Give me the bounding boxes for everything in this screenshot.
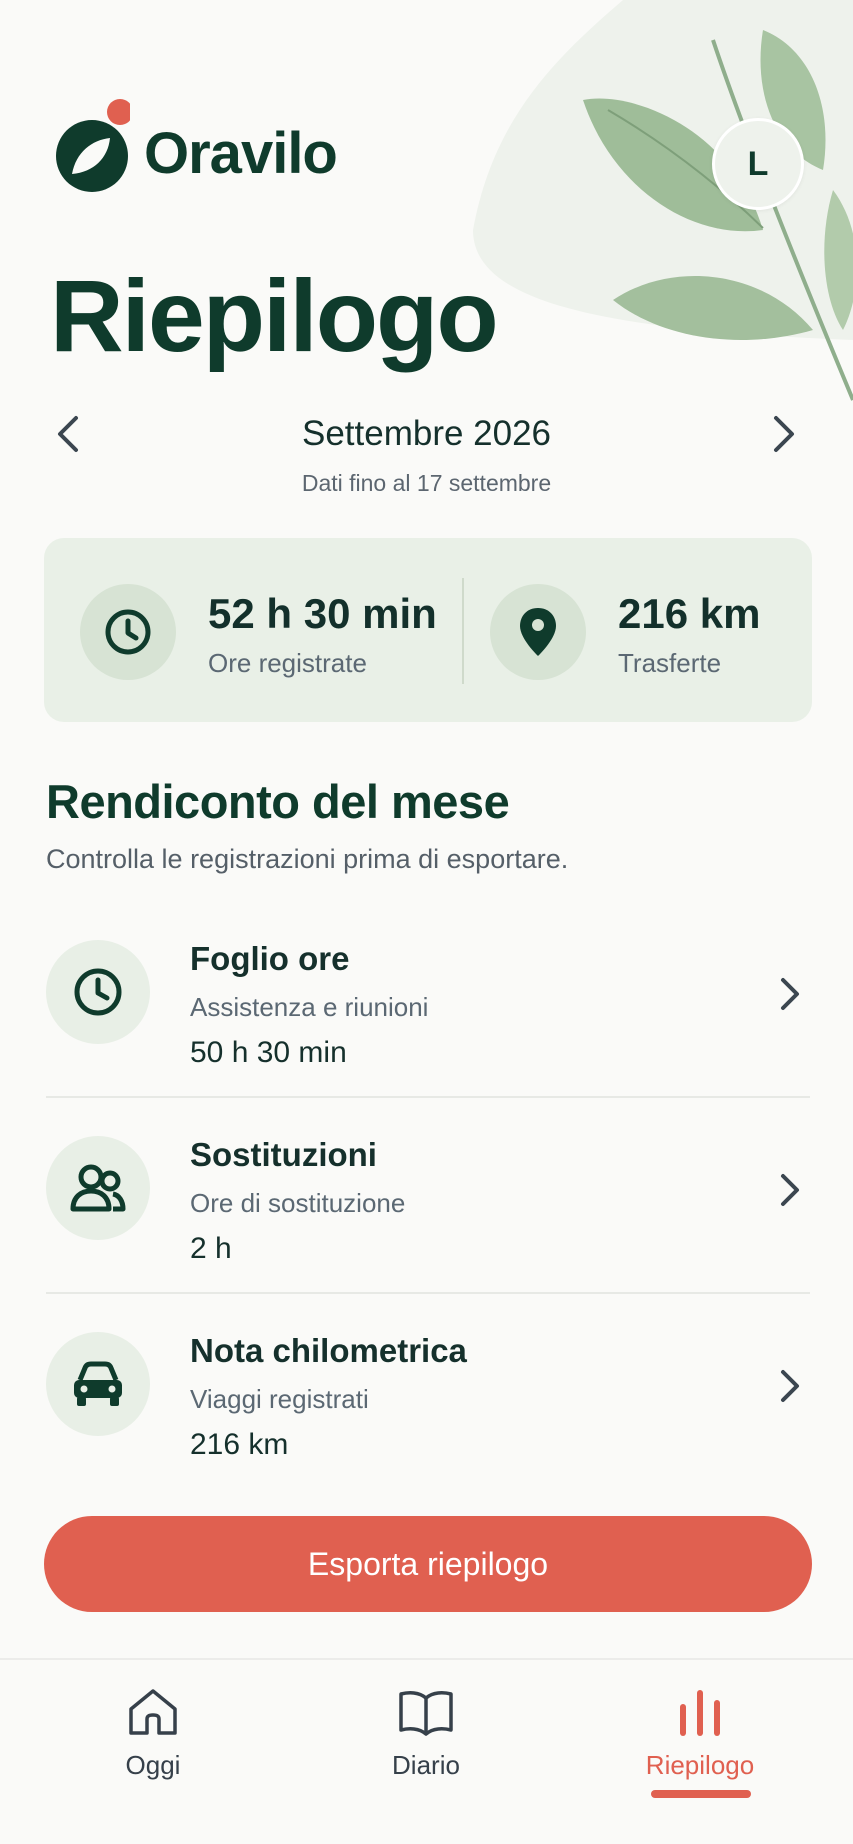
- avatar[interactable]: L: [712, 118, 804, 210]
- tab-label: Oggi: [125, 1750, 181, 1780]
- item-value: 50 h 30 min: [190, 1036, 347, 1069]
- bar-chart-icon: [670, 1682, 730, 1742]
- item-icon-wrap: [46, 1332, 150, 1436]
- chevron-right-icon: [772, 976, 808, 1012]
- people-icon: [70, 1164, 126, 1212]
- list-item-substitutions[interactable]: Sostituzioni Ore di sostituzione 2 h: [46, 1136, 810, 1334]
- distance-stat-value: 216 km: [618, 590, 761, 637]
- stat-divider: [462, 578, 464, 684]
- item-value: 216 km: [190, 1428, 289, 1461]
- list-item-timesheet[interactable]: Foglio ore Assistenza e riunioni 50 h 30…: [46, 940, 810, 1138]
- active-tab-indicator: [651, 1790, 751, 1798]
- tab-oggi[interactable]: Oggi: [53, 1682, 253, 1812]
- brand-name: Oravilo: [144, 121, 338, 186]
- tab-label: Diario: [392, 1750, 460, 1780]
- list-item-mileage[interactable]: Nota chilometrica Viaggi registrati 216 …: [46, 1332, 810, 1530]
- hours-stat-icon-wrap: [80, 584, 176, 680]
- page-title: Riepilogo: [50, 259, 499, 373]
- section-subtitle: Controlla le registrazioni prima di espo…: [46, 844, 569, 874]
- item-title: Nota chilometrica: [190, 1332, 467, 1369]
- distance-stat-label: Trasferte: [618, 648, 722, 678]
- item-title: Foglio ore: [190, 940, 350, 977]
- item-subtitle: Ore di sostituzione: [190, 1188, 406, 1218]
- chevron-right-icon: [772, 1172, 808, 1208]
- item-subtitle: Assistenza e riunioni: [190, 992, 429, 1022]
- clock-icon: [74, 968, 122, 1016]
- distance-stat-icon-wrap: [490, 584, 586, 680]
- hours-stat-label: Ore registrate: [208, 648, 367, 678]
- app-header: Oravilo L: [52, 98, 812, 210]
- chevron-right-icon: [772, 1368, 808, 1404]
- car-icon: [74, 1361, 122, 1406]
- book-icon: [396, 1682, 456, 1742]
- item-icon-wrap: [46, 1136, 150, 1240]
- export-summary-button[interactable]: Esporta riepilogo: [44, 1516, 812, 1612]
- divider: [46, 1096, 810, 1098]
- month-data-note: Dati fino al 17 settembre: [301, 470, 552, 496]
- tab-diario[interactable]: Diario: [326, 1682, 526, 1812]
- brand-logo-icon: [56, 99, 130, 192]
- chevron-right-icon: [774, 416, 794, 452]
- month-label: Settembre 2026: [301, 414, 552, 453]
- item-title: Sostituzioni: [190, 1136, 377, 1173]
- home-icon: [123, 1682, 183, 1742]
- item-icon-wrap: [46, 940, 150, 1044]
- location-pin-icon: [520, 608, 556, 656]
- next-month-button[interactable]: [762, 412, 806, 456]
- hours-stat-value: 52 h 30 min: [208, 590, 437, 637]
- item-value: 2 h: [190, 1232, 232, 1265]
- bottom-tab-bar: Oggi Diario Riepilogo: [0, 1658, 853, 1844]
- tab-label: Riepilogo: [645, 1750, 755, 1780]
- stats-summary-card: 52 h 30 min Ore registrate 216 km Trasfe…: [44, 538, 812, 722]
- month-navigator: Settembre 2026 Dati fino al 17 settembre: [0, 400, 853, 500]
- divider: [46, 1292, 810, 1294]
- item-subtitle: Viaggi registrati: [190, 1384, 369, 1414]
- section-title: Rendiconto del mese: [46, 775, 510, 828]
- clock-icon: [105, 609, 151, 655]
